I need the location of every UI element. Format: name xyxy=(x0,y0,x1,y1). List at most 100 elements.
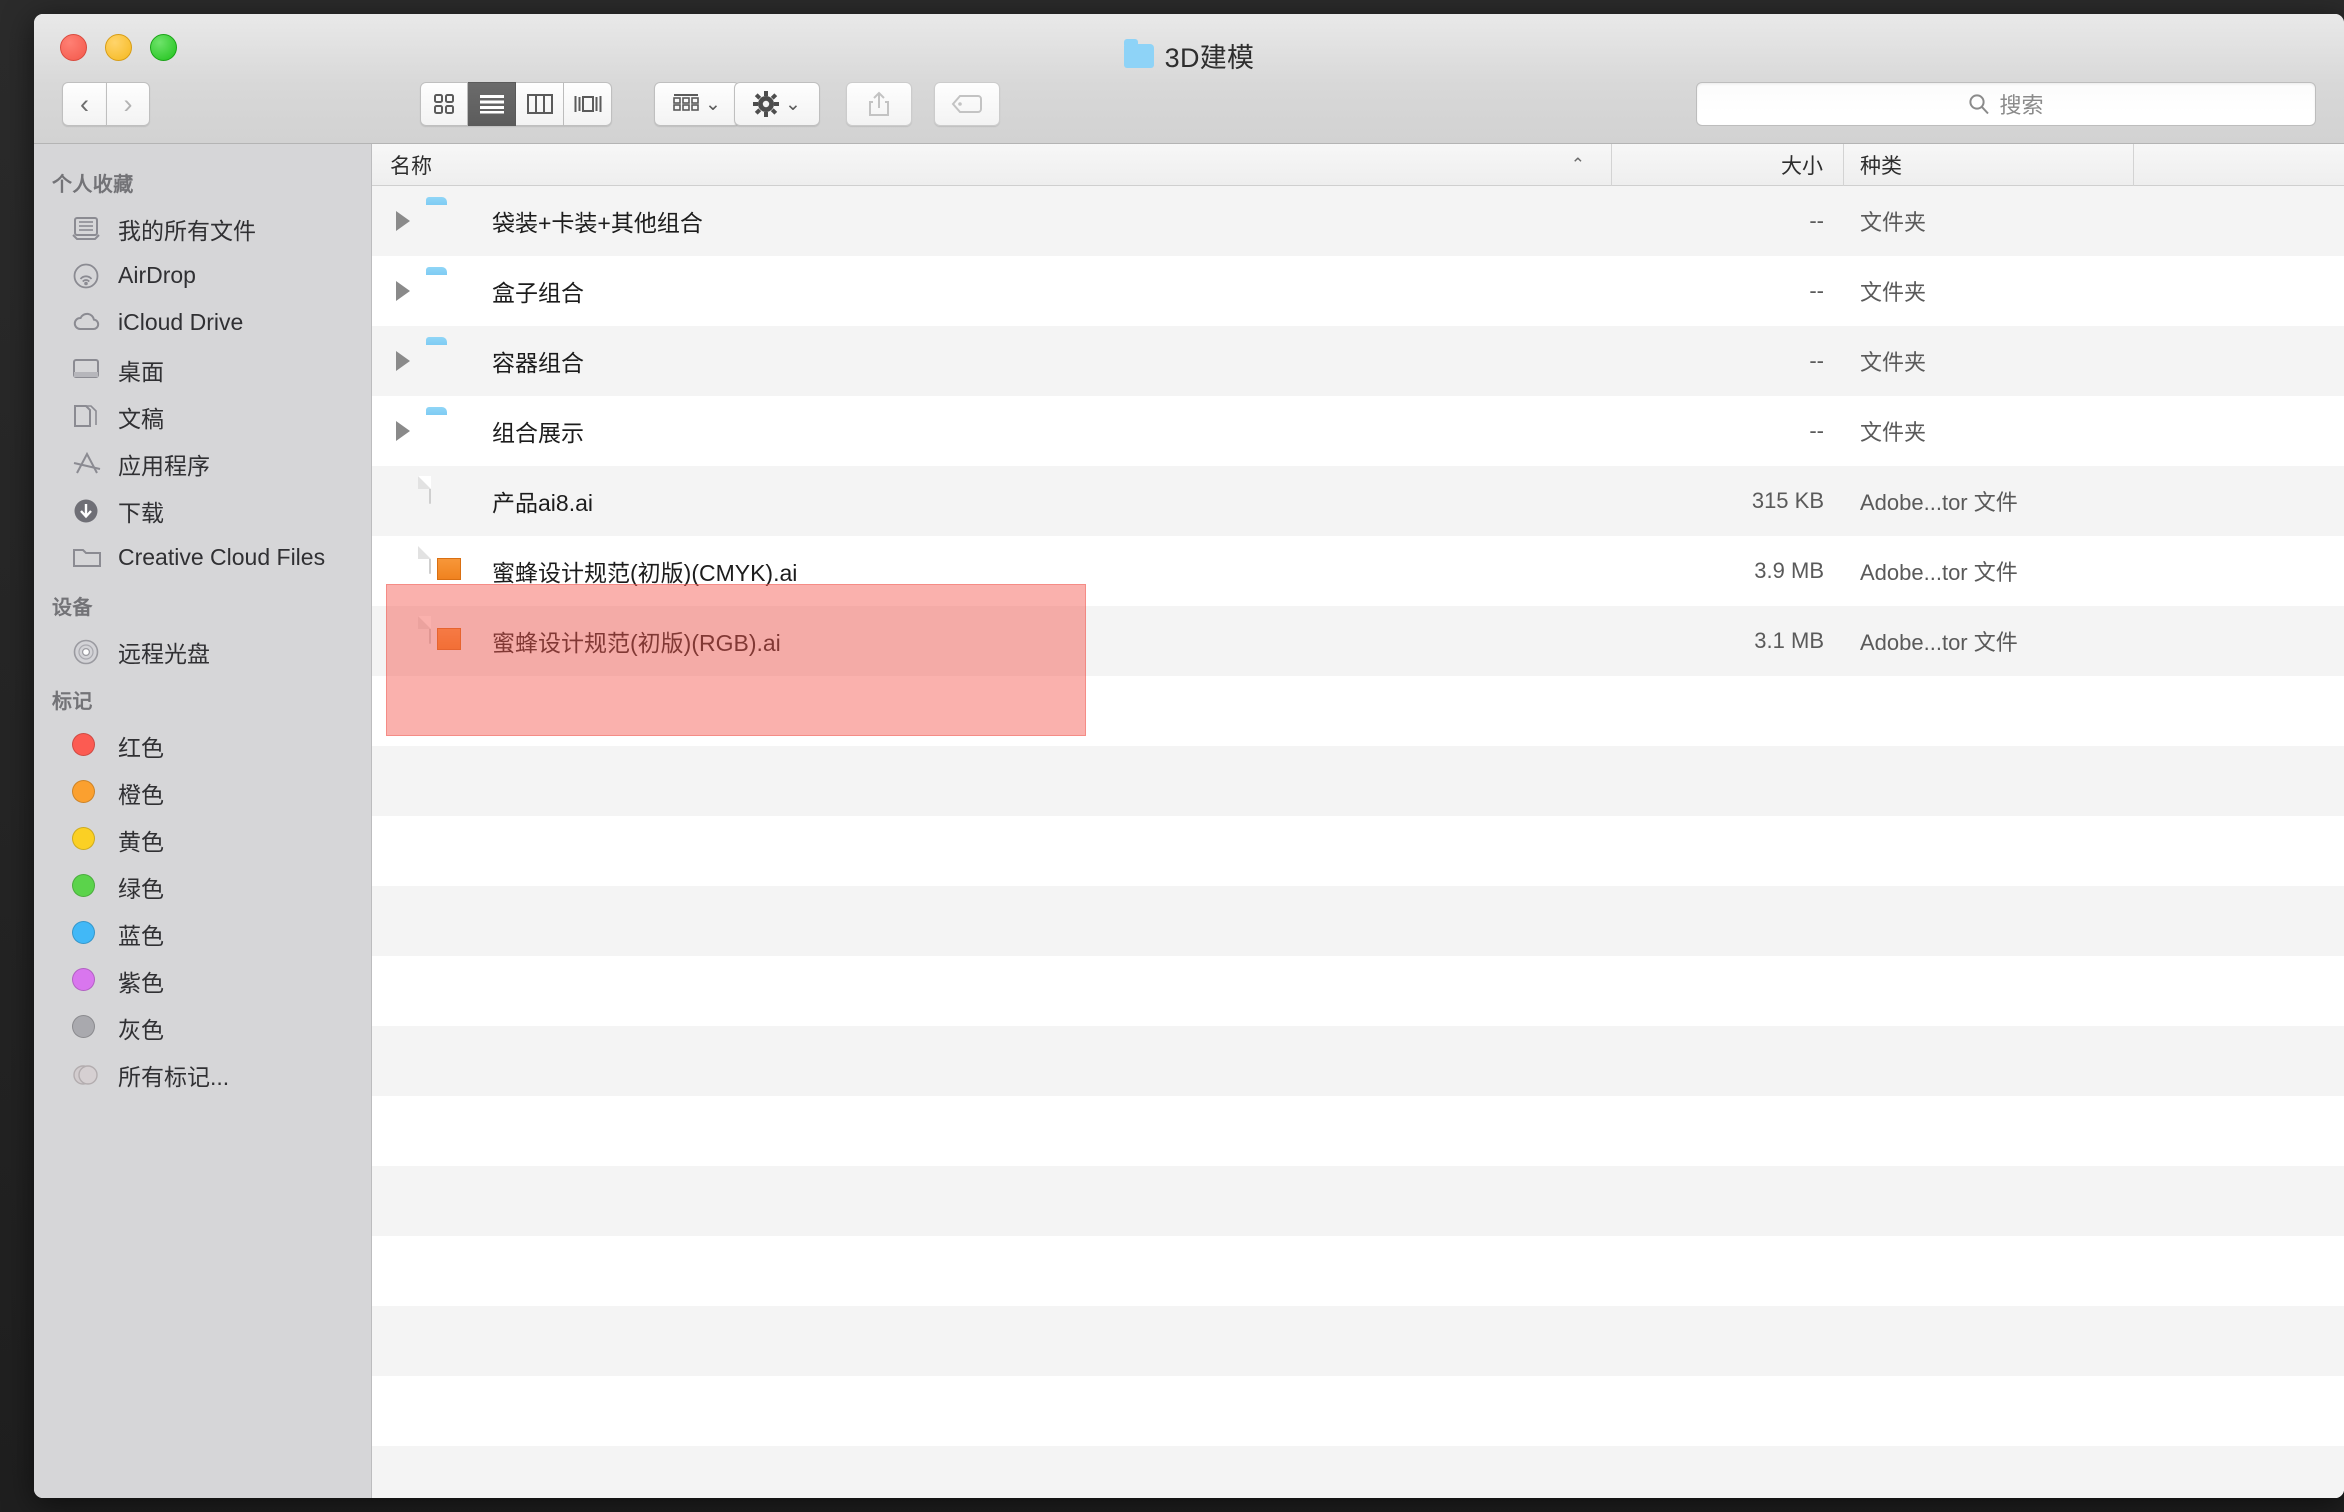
sidebar-item-label: 我的所有文件 xyxy=(118,217,256,244)
column-view-button[interactable] xyxy=(516,82,564,126)
disclosure-triangle-icon[interactable] xyxy=(390,348,416,374)
sidebar-group-favorites-title: 个人收藏 xyxy=(52,174,134,196)
file-kind-cell: Adobe...tor 文件 xyxy=(1860,560,2018,585)
action-menu-button[interactable]: ⌄ xyxy=(734,82,820,126)
empty-row xyxy=(372,1236,2344,1306)
file-size-cell: 3.1 MB xyxy=(1754,628,1824,653)
file-kind-cell: 文件夹 xyxy=(1860,210,1927,235)
disclosure-triangle-icon[interactable] xyxy=(390,208,416,234)
column-header-size-label: 大小 xyxy=(1781,154,1823,178)
remote-disc-icon xyxy=(72,639,102,665)
sidebar-item-tag-red[interactable]: 红色 xyxy=(34,722,371,769)
sidebar-item-airdrop[interactable]: AirDrop xyxy=(34,252,371,299)
disclosure-triangle-icon[interactable] xyxy=(390,418,416,444)
folder-icon xyxy=(426,341,474,381)
empty-row xyxy=(372,676,2344,746)
all-my-files-icon xyxy=(72,216,102,242)
file-kind-cell: 文件夹 xyxy=(1860,280,1927,305)
finder-toolbar: ‹ › ⌄ ⌄ 搜索 xyxy=(34,72,2344,144)
sidebar-item-icloud-drive[interactable]: iCloud Drive xyxy=(34,299,371,346)
file-size-cell: -- xyxy=(1809,348,1824,373)
column-header-kind-label: 种类 xyxy=(1860,154,1902,178)
empty-row xyxy=(372,816,2344,886)
empty-row xyxy=(372,1096,2344,1166)
sidebar-item-creative-cloud-files[interactable]: Creative Cloud Files xyxy=(34,534,371,581)
tag-dot-icon xyxy=(72,920,102,947)
arrange-button[interactable]: ⌄ xyxy=(654,82,740,126)
sidebar-item-label: 橙色 xyxy=(118,781,164,808)
sidebar-item-tag-blue[interactable]: 蓝色 xyxy=(34,910,371,957)
sidebar-item-tag-purple[interactable]: 紫色 xyxy=(34,957,371,1004)
sidebar-item-label: AirDrop xyxy=(118,262,196,288)
sidebar-item-all-tags[interactable]: 所有标记... xyxy=(34,1051,371,1098)
sidebar-item-tag-green[interactable]: 绿色 xyxy=(34,863,371,910)
folder-icon xyxy=(426,411,474,451)
sidebar-item-label: 红色 xyxy=(118,734,164,761)
arrange-icon xyxy=(673,94,699,111)
empty-row xyxy=(372,1376,2344,1446)
empty-row xyxy=(372,1306,2344,1376)
file-list-rows: 袋装+卡装+其他组合 -- 文件夹 盒子组合 -- 文件夹 容器组合 -- 文件… xyxy=(372,186,2344,1498)
table-row[interactable]: 袋装+卡装+其他组合 -- 文件夹 xyxy=(372,186,2344,256)
back-button[interactable]: ‹ xyxy=(62,82,106,126)
sidebar-item-label: 蓝色 xyxy=(118,922,164,949)
sidebar-item-label: 绿色 xyxy=(118,875,164,902)
file-size-cell: -- xyxy=(1809,278,1824,303)
search-container: 搜索 xyxy=(1696,82,2316,126)
file-name-label: 蜜蜂设计规范(初版)(RGB).ai xyxy=(492,630,781,656)
file-size-cell: -- xyxy=(1809,208,1824,233)
sidebar-item-applications[interactable]: 应用程序 xyxy=(34,440,371,487)
folder-icon xyxy=(426,271,474,311)
empty-row xyxy=(372,746,2344,816)
sidebar-item-tag-yellow[interactable]: 黄色 xyxy=(34,816,371,863)
chevron-right-icon: › xyxy=(123,88,133,119)
column-header-kind[interactable]: 种类 xyxy=(1844,144,2134,186)
disclosure-triangle-icon[interactable] xyxy=(390,278,416,304)
applications-icon xyxy=(72,451,102,477)
edit-tags-button[interactable] xyxy=(934,82,1000,126)
sidebar-item-desktop[interactable]: 桌面 xyxy=(34,346,371,393)
sidebar-item-tag-gray[interactable]: 灰色 xyxy=(34,1004,371,1051)
forward-button[interactable]: › xyxy=(106,82,150,126)
table-row[interactable]: 组合展示 -- 文件夹 xyxy=(372,396,2344,466)
tag-dot-icon xyxy=(72,873,102,900)
window-titlebar: 3D建模 ‹ › ⌄ ⌄ 搜索 xyxy=(34,14,2344,144)
window-title: 3D建模 xyxy=(34,36,2344,75)
table-row[interactable]: 容器组合 -- 文件夹 xyxy=(372,326,2344,396)
file-name-label: 盒子组合 xyxy=(492,280,584,306)
table-row[interactable]: 蜜蜂设计规范(初版)(CMYK).ai 3.9 MB Adobe...tor 文… xyxy=(372,536,2344,606)
sidebar-item-label: 所有标记... xyxy=(118,1063,230,1090)
coverflow-icon xyxy=(574,96,601,112)
search-input[interactable]: 搜索 xyxy=(1696,82,2316,126)
list-view-button[interactable] xyxy=(468,82,516,126)
sidebar-item-documents[interactable]: 文稿 xyxy=(34,393,371,440)
sidebar-item-all-my-files[interactable]: 我的所有文件 xyxy=(34,205,371,252)
sidebar-item-label: 文稿 xyxy=(118,405,164,432)
icon-grid-icon xyxy=(434,94,454,114)
column-header-name[interactable]: 名称 ⌃ xyxy=(372,144,1612,186)
sidebar-item-label: 灰色 xyxy=(118,1016,164,1043)
sort-ascending-icon: ⌃ xyxy=(1570,154,1585,174)
share-button[interactable] xyxy=(846,82,912,126)
tag-dot-icon xyxy=(72,732,102,759)
icon-view-button[interactable] xyxy=(420,82,468,126)
sidebar-item-tag-orange[interactable]: 橙色 xyxy=(34,769,371,816)
sidebar-item-downloads[interactable]: 下载 xyxy=(34,487,371,534)
sidebar-item-label: 紫色 xyxy=(118,969,164,996)
sidebar-item-remote-disc[interactable]: 远程光盘 xyxy=(34,628,371,675)
file-name-label: 容器组合 xyxy=(492,350,584,376)
tag-dot-icon xyxy=(72,1014,102,1041)
sidebar-item-label: 桌面 xyxy=(118,358,164,385)
table-row[interactable]: 盒子组合 -- 文件夹 xyxy=(372,256,2344,326)
table-row[interactable]: 产品ai8.ai 315 KB Adobe...tor 文件 xyxy=(372,466,2344,536)
empty-row xyxy=(372,886,2344,956)
table-row[interactable]: 蜜蜂设计规范(初版)(RGB).ai 3.1 MB Adobe...tor 文件 xyxy=(372,606,2344,676)
file-name-cell: 组合展示 xyxy=(372,411,1612,451)
column-header-size[interactable]: 大小 xyxy=(1612,144,1844,186)
coverflow-view-button[interactable] xyxy=(564,82,612,126)
columns-icon xyxy=(526,94,553,114)
downloads-icon xyxy=(72,498,102,524)
